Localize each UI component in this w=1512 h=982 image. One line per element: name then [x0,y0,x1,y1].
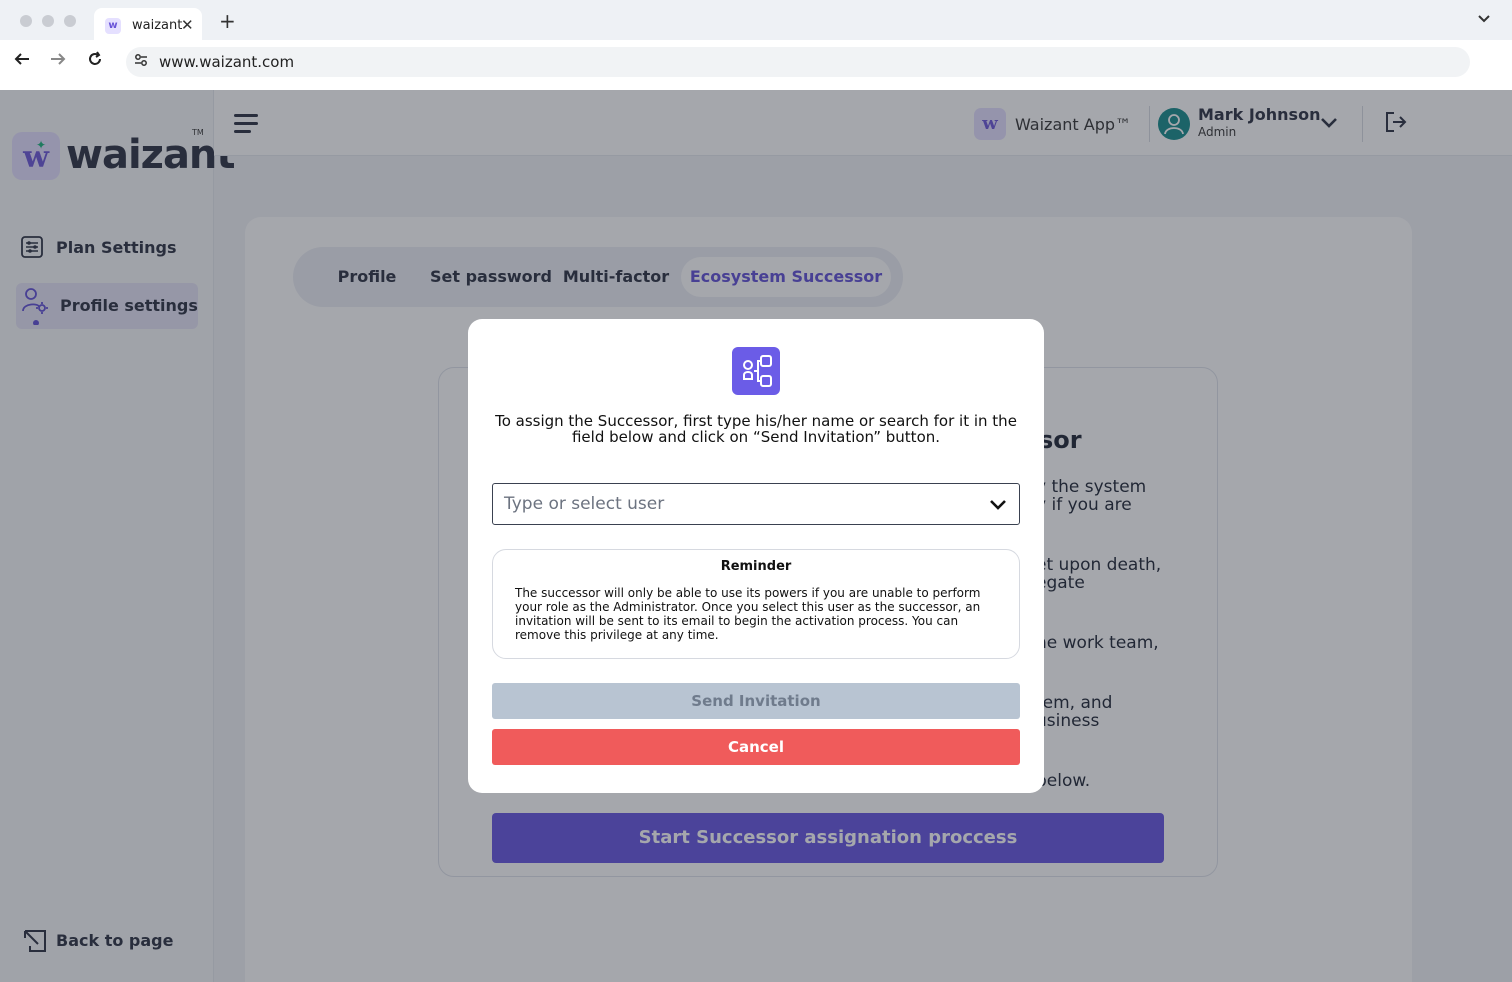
reminder-box: Reminder The successor will only be able… [492,549,1020,659]
assign-successor-modal: To assign the Successor, first type his/… [468,319,1044,793]
reload-icon[interactable] [87,51,103,72]
new-tab-button[interactable]: + [219,9,236,33]
window-zoom-dot[interactable] [64,15,76,27]
tab-close-icon[interactable]: ✕ [181,16,194,34]
browser-chrome: w waizant ✕ + www.waizant.com [0,0,1512,90]
tab-list-chevron-icon[interactable] [1478,12,1490,26]
forward-arrow-icon[interactable] [50,51,66,72]
user-select[interactable]: Type or select user [492,483,1020,525]
send-invitation-button[interactable]: Send Invitation [492,683,1020,719]
back-arrow-icon[interactable] [14,51,30,72]
url-text[interactable]: www.waizant.com [159,53,294,71]
browser-tab-bar: w waizant ✕ + [0,0,1512,40]
modal-instruction: To assign the Successor, first type his/… [495,412,1017,446]
user-select-placeholder: Type or select user [504,494,665,514]
reminder-body: The successor will only be able to use i… [515,586,981,642]
reminder-title: Reminder [720,559,792,574]
tab-title: waizant [132,18,183,33]
browser-tab[interactable]: w waizant ✕ [94,8,202,40]
tab-favicon-icon: w [105,18,121,34]
window-minimize-dot[interactable] [42,15,54,27]
cancel-button[interactable]: Cancel [492,729,1020,765]
successor-flow-icon [732,347,780,395]
site-settings-icon[interactable] [134,53,148,71]
window-close-dot[interactable] [20,15,32,27]
chevron-down-icon[interactable] [989,496,1007,515]
address-bar[interactable]: www.waizant.com [126,47,1470,77]
